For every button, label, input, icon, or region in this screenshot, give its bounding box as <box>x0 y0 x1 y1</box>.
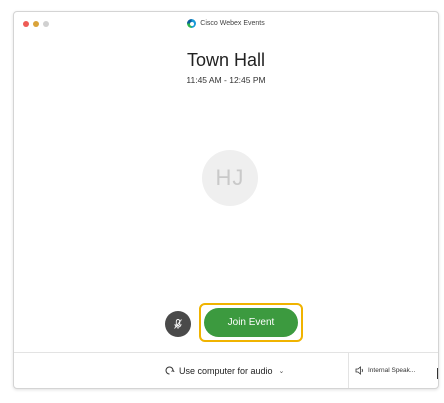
avatar-initials: HJ <box>215 165 245 190</box>
audio-connection-label: Use computer for audio <box>179 365 273 376</box>
webex-logo-icon <box>187 19 197 28</box>
chevron-down-icon: ⌄ <box>278 367 285 375</box>
speaker-label: Internal Speak... <box>368 367 416 374</box>
app-title: Cisco Webex Events <box>14 19 438 28</box>
speaker-icon <box>355 366 363 375</box>
webex-window: Cisco Webex Events Town Hall 11:45 AM - … <box>13 11 439 389</box>
microphone-muted-icon <box>174 319 182 329</box>
event-title: Town Hall <box>186 50 266 70</box>
app-title-text: Cisco Webex Events <box>200 20 265 27</box>
audio-bar: Use computer for audio ⌄ Internal Speak.… <box>14 352 438 388</box>
title-bar: Cisco Webex Events <box>14 12 438 36</box>
text-cursor-icon <box>437 368 438 379</box>
audio-bar-divider <box>348 353 349 388</box>
audio-connect-icon <box>165 366 175 375</box>
event-time: 11:45 AM - 12:45 PM <box>186 75 266 85</box>
speaker-dropdown[interactable]: Internal Speak... <box>355 366 415 375</box>
avatar: HJ <box>202 150 258 206</box>
audio-connection-dropdown[interactable]: Use computer for audio ⌄ <box>164 365 284 376</box>
join-event-button[interactable]: Join Event <box>204 308 298 337</box>
mute-button[interactable] <box>165 311 191 337</box>
